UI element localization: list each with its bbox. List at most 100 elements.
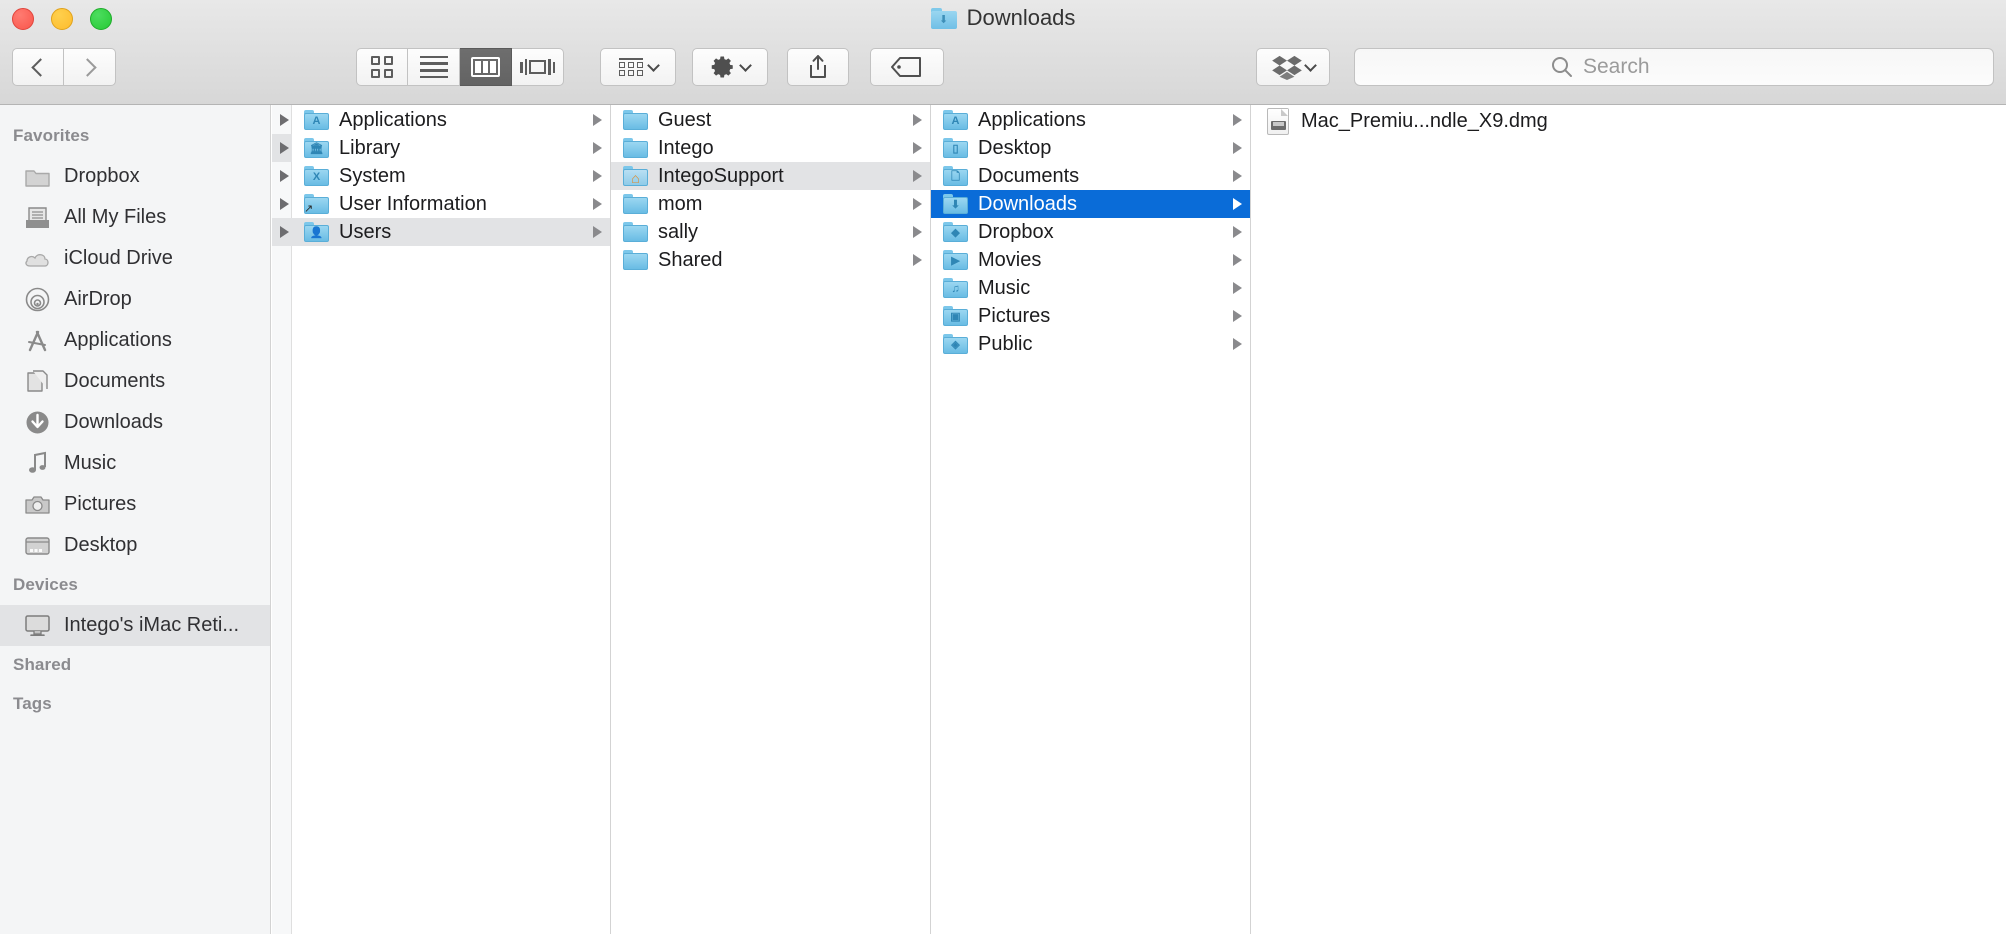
- row-label: IntegoSupport: [658, 164, 784, 187]
- applications-folder-icon: A: [943, 110, 968, 130]
- sidebar-section-devices: Devices: [13, 575, 78, 594]
- column-4: Mac_Premiu...ndle_X9.dmg: [1251, 105, 2005, 934]
- list-icon: [419, 55, 448, 79]
- sidebar-item-label: All My Files: [64, 206, 167, 228]
- chevron-right-icon: [593, 198, 602, 210]
- folder-icon: [623, 138, 648, 158]
- disclosure-triangle-icon[interactable]: [280, 142, 289, 154]
- close-button[interactable]: [12, 8, 34, 30]
- disk-image-icon: [1267, 107, 1289, 135]
- sidebar-item-label: Pictures: [64, 493, 137, 515]
- table-row[interactable]: ▣ Pictures: [931, 302, 1250, 330]
- minimize-button[interactable]: [51, 8, 73, 30]
- dropbox-folder-icon: ◆: [943, 222, 968, 242]
- row-label: Applications: [978, 108, 1086, 131]
- sidebar-item-applications[interactable]: Applications: [0, 320, 270, 361]
- tags-button[interactable]: [870, 48, 944, 86]
- row-label: Guest: [658, 108, 712, 131]
- sidebar-item-label: Downloads: [64, 411, 163, 433]
- titlebar: ⬇ Downloads Search: [0, 0, 2006, 105]
- row-label: Library: [339, 136, 401, 159]
- table-row[interactable]: ⌂ IntegoSupport: [611, 162, 930, 190]
- dropbox-menu-button[interactable]: [1256, 48, 1330, 86]
- disclosure-triangle-icon[interactable]: [280, 114, 289, 126]
- sidebar-item-downloads[interactable]: Downloads: [0, 402, 270, 443]
- table-row[interactable]: Intego: [611, 134, 930, 162]
- column-view-button[interactable]: [460, 48, 512, 86]
- chevron-right-icon: [1233, 226, 1242, 238]
- sidebar-item-label: AirDrop: [64, 288, 132, 310]
- table-row[interactable]: ↗ User Information: [272, 190, 610, 218]
- row-label: Movies: [978, 248, 1042, 271]
- table-row[interactable]: mom: [611, 190, 930, 218]
- icon-view-button[interactable]: [356, 48, 408, 86]
- table-row[interactable]: 🗋 Documents: [931, 162, 1250, 190]
- maximize-button[interactable]: [90, 8, 112, 30]
- chevron-right-icon: [593, 226, 602, 238]
- downloads-folder-icon: ⬇: [943, 194, 968, 214]
- table-row[interactable]: Shared: [611, 246, 930, 274]
- share-icon: [810, 55, 826, 78]
- sidebar: Favorites Dropbox All My Files iCloud Dr…: [0, 105, 271, 934]
- applications-icon: [24, 328, 50, 354]
- action-menu-button[interactable]: [692, 48, 768, 86]
- chevron-right-icon: [1233, 338, 1242, 350]
- row-label: Users: [339, 220, 392, 243]
- sidebar-item-icloud-drive[interactable]: iCloud Drive: [0, 238, 270, 279]
- sidebar-item-pictures[interactable]: Pictures: [0, 484, 270, 525]
- alias-folder-icon: ↗: [304, 194, 329, 215]
- dropbox-icon: [1271, 55, 1302, 80]
- table-row[interactable]: ♫ Music: [931, 274, 1250, 302]
- music-note-icon: [24, 451, 50, 477]
- chevron-right-icon: [913, 142, 922, 154]
- row-label: Public: [978, 332, 1033, 355]
- table-row[interactable]: Mac_Premiu...ndle_X9.dmg: [1251, 106, 2005, 136]
- back-button[interactable]: [12, 48, 64, 86]
- sidebar-item-all-my-files[interactable]: All My Files: [0, 197, 270, 238]
- column-1: A Applications 🏛 Library X System ↗ User…: [272, 105, 611, 934]
- sidebar-item-documents[interactable]: Documents: [0, 361, 270, 402]
- chevron-right-icon: [1233, 170, 1242, 182]
- download-arrow-icon: [24, 410, 50, 436]
- disclosure-triangle-icon[interactable]: [280, 170, 289, 182]
- table-row[interactable]: X System: [272, 162, 610, 190]
- sidebar-section-shared: Shared: [13, 655, 72, 674]
- share-button[interactable]: [787, 48, 849, 86]
- row-label: System: [339, 164, 406, 187]
- table-row[interactable]: Guest: [611, 106, 930, 134]
- coverflow-view-button[interactable]: [512, 48, 564, 86]
- arrange-button[interactable]: [600, 48, 676, 86]
- table-row[interactable]: A Applications: [272, 106, 610, 134]
- table-row[interactable]: 👤 Users: [272, 218, 610, 246]
- gear-icon: [711, 56, 733, 78]
- chevron-right-icon: [1233, 198, 1242, 210]
- chevron-down-icon: [739, 58, 752, 72]
- movies-folder-icon: ▶: [943, 250, 968, 270]
- chevron-right-icon: [913, 170, 922, 182]
- table-row[interactable]: 🏛 Library: [272, 134, 610, 162]
- chevron-down-icon: [1303, 58, 1317, 72]
- window-title-bar: ⬇ Downloads: [0, 0, 2006, 36]
- chevron-right-icon: [1233, 310, 1242, 322]
- search-field[interactable]: Search: [1354, 48, 1994, 86]
- sidebar-item-music[interactable]: Music: [0, 443, 270, 484]
- forward-button[interactable]: [64, 48, 116, 86]
- tag-icon: [891, 57, 921, 77]
- disclosure-triangle-icon[interactable]: [280, 226, 289, 238]
- disclosure-triangle-icon[interactable]: [280, 198, 289, 210]
- search-input[interactable]: Search: [1583, 55, 1650, 79]
- table-row[interactable]: A Applications: [931, 106, 1250, 134]
- sidebar-item-desktop[interactable]: Desktop: [0, 525, 270, 566]
- sidebar-item-dropbox[interactable]: Dropbox: [0, 156, 270, 197]
- table-row[interactable]: ◆ Dropbox: [931, 218, 1250, 246]
- sidebar-item-label: Dropbox: [64, 165, 140, 187]
- sidebar-item-intego-imac[interactable]: Intego's iMac Reti...: [0, 605, 270, 646]
- list-view-button[interactable]: [408, 48, 460, 86]
- sidebar-item-airdrop[interactable]: AirDrop: [0, 279, 270, 320]
- table-row[interactable]: ⬇ Downloads: [931, 190, 1250, 218]
- table-row[interactable]: sally: [611, 218, 930, 246]
- table-row[interactable]: ▯ Desktop: [931, 134, 1250, 162]
- desktop-folder-icon: ▯: [943, 138, 968, 158]
- table-row[interactable]: ◈ Public: [931, 330, 1250, 358]
- table-row[interactable]: ▶ Movies: [931, 246, 1250, 274]
